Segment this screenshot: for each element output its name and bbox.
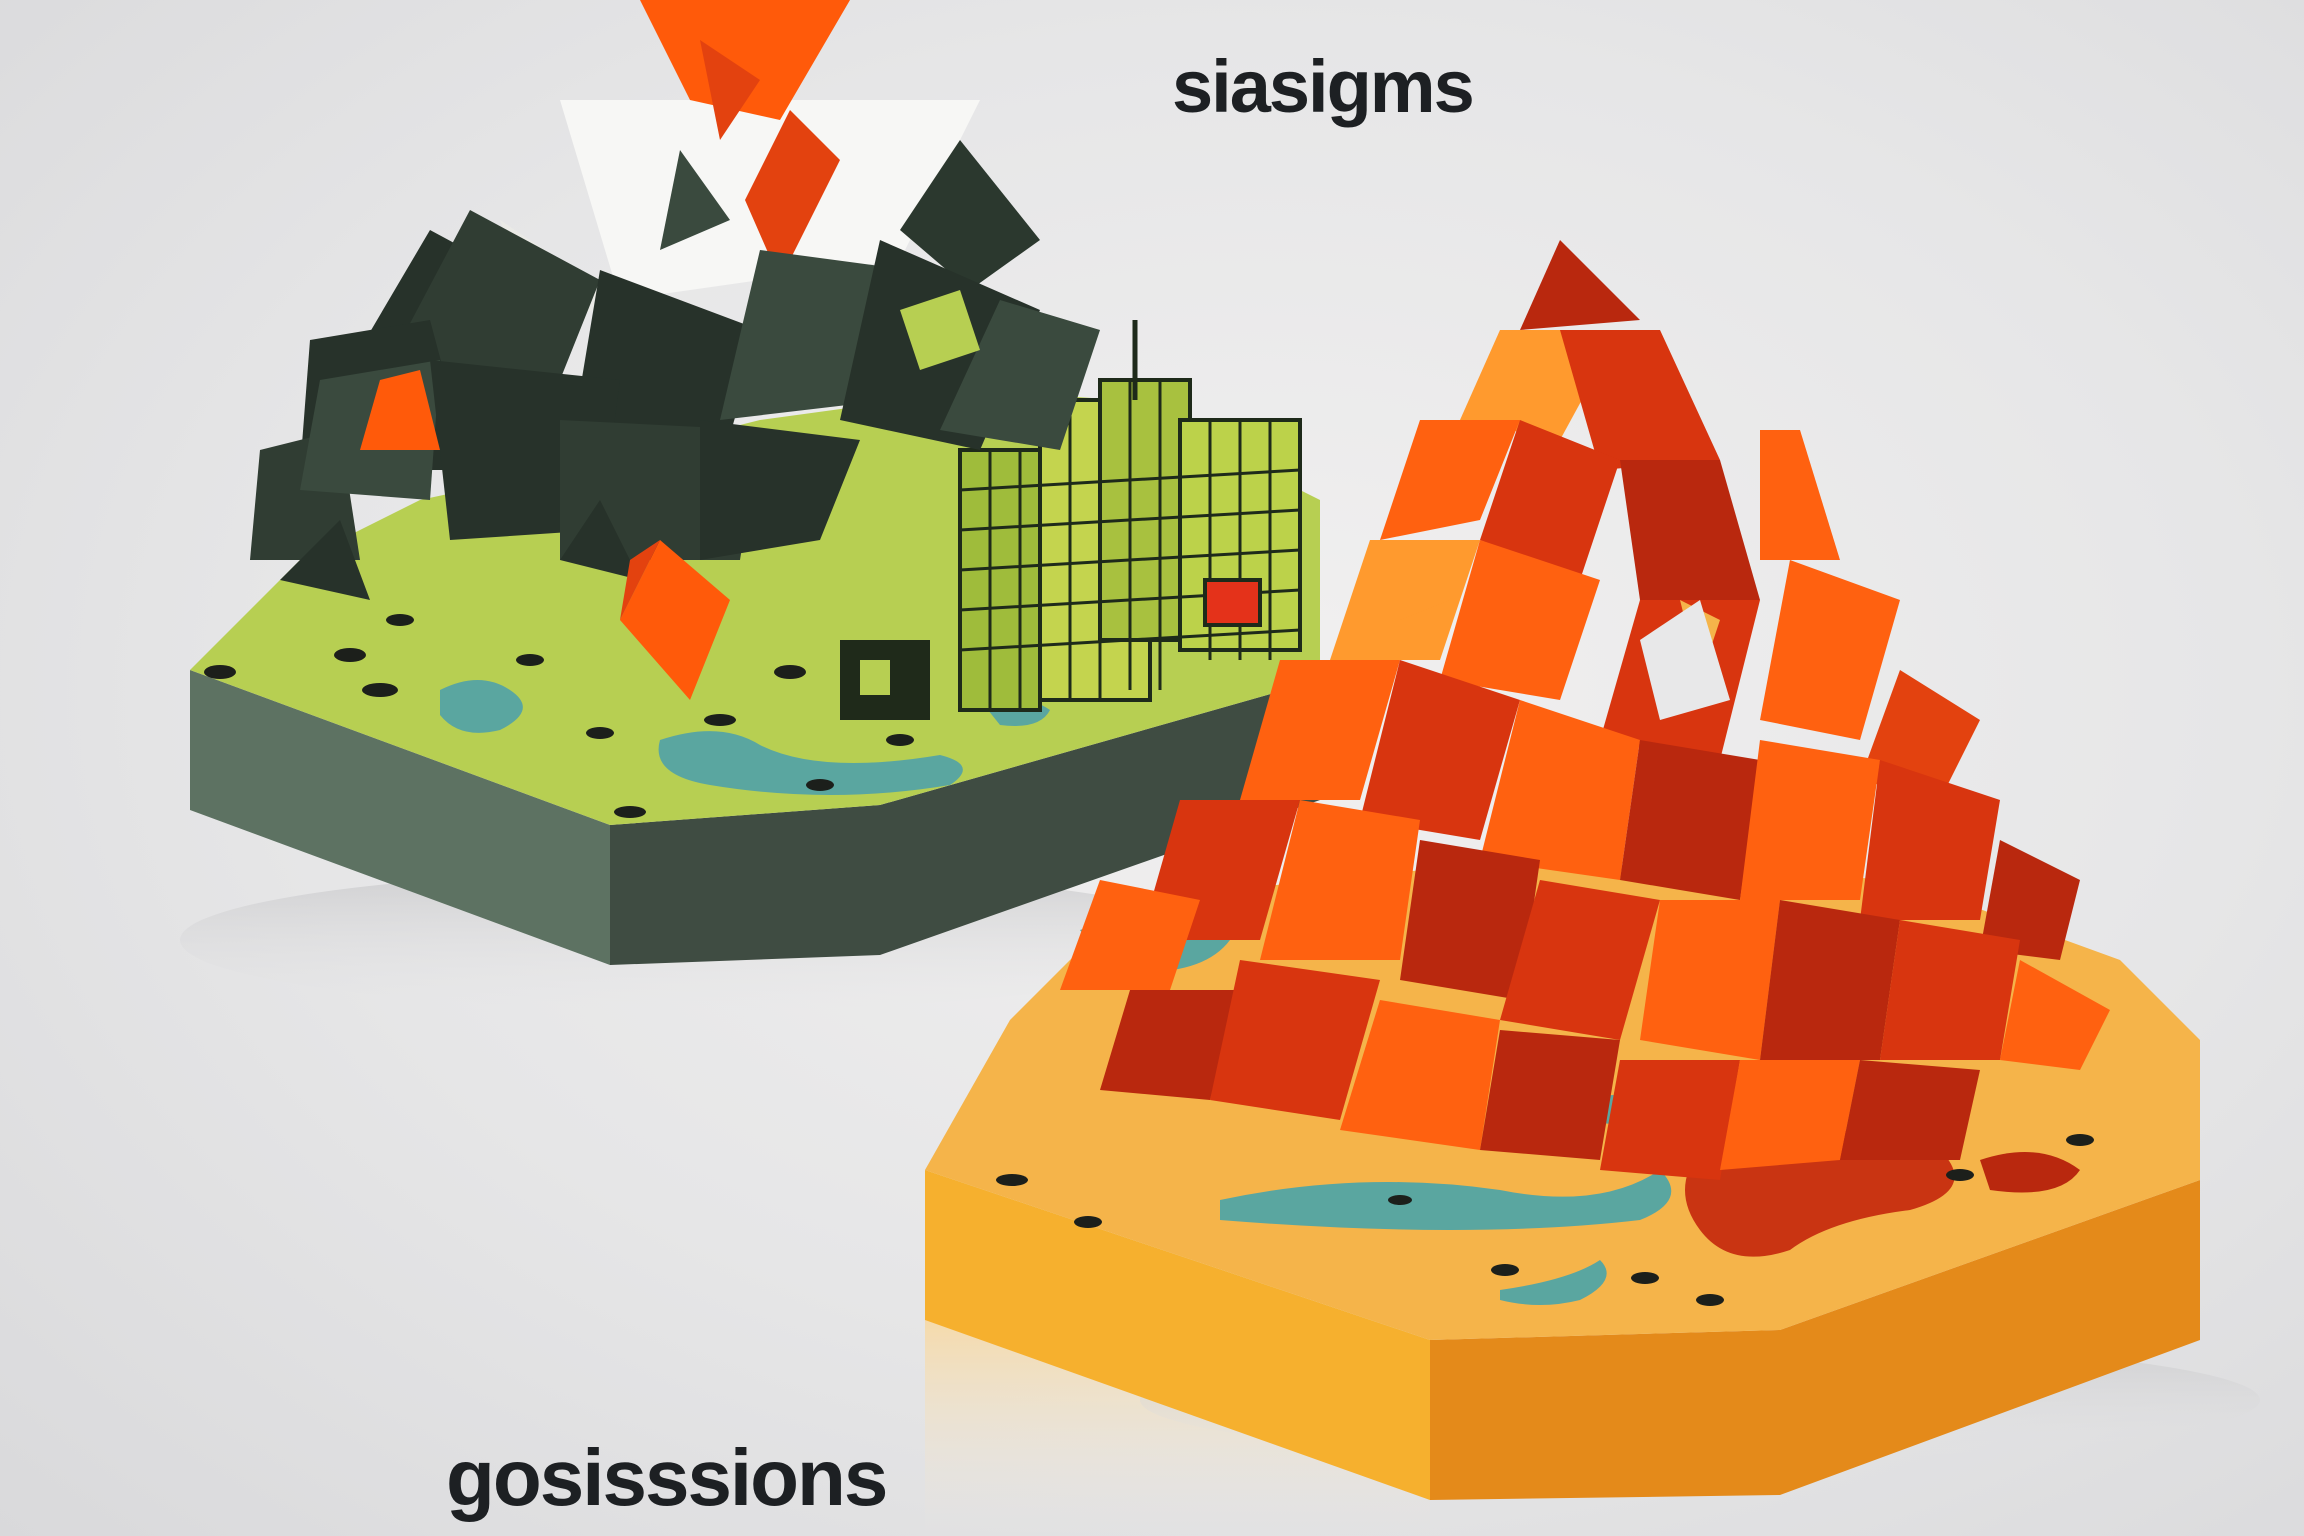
caption-bottom: gosisssions <box>446 1433 888 1522</box>
caption-top: siasigms <box>1172 45 1475 128</box>
left-terrain-block <box>180 0 1320 1010</box>
isometric-terrain-illustration <box>180 0 2260 1536</box>
